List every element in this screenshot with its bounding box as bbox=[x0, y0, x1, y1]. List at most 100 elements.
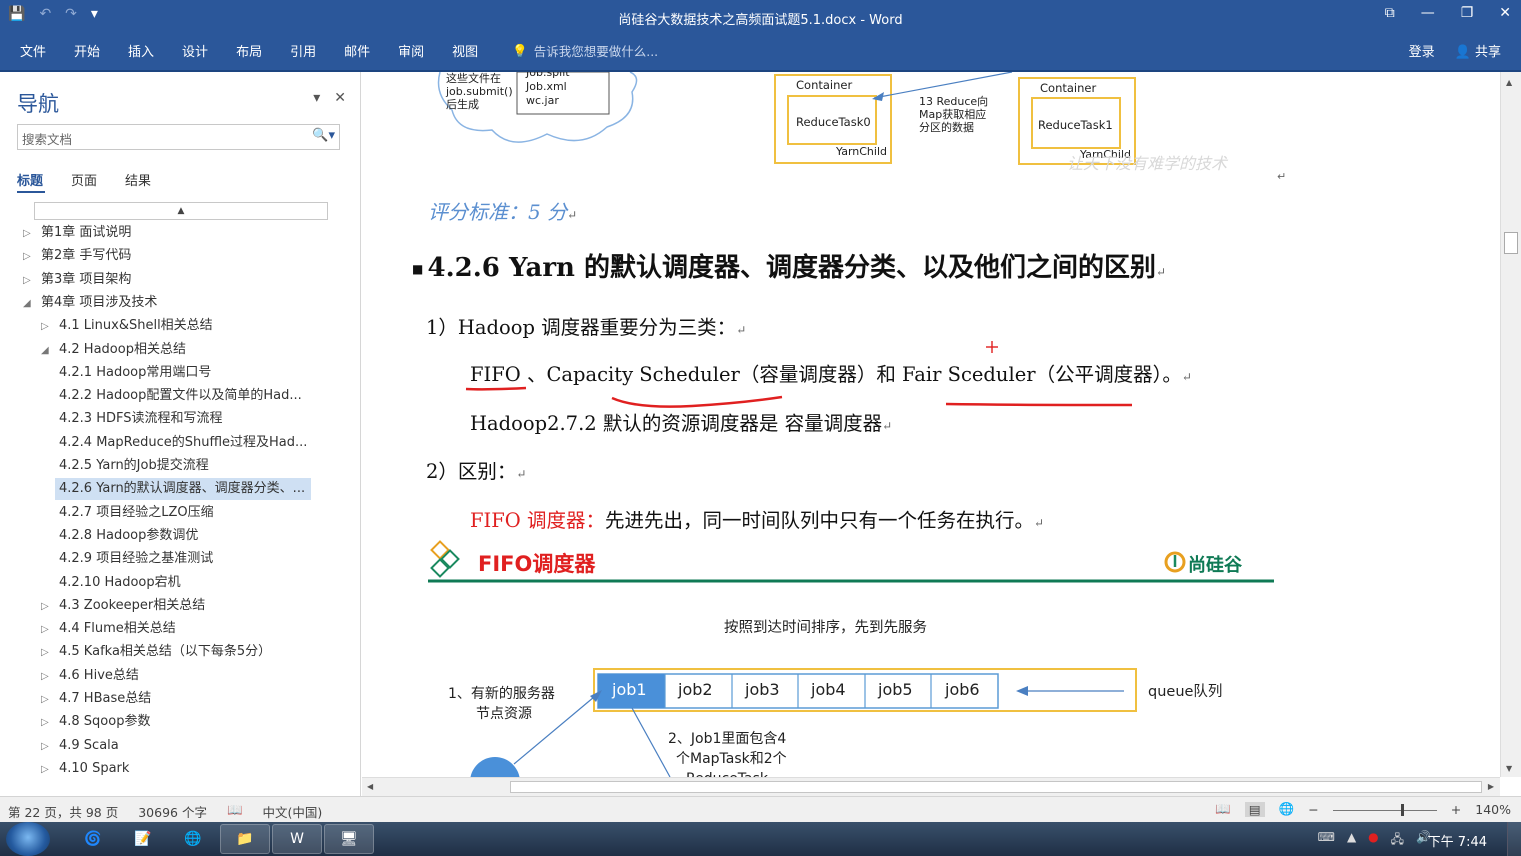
taskbar-word-icon[interactable]: W bbox=[272, 824, 322, 854]
horizontal-scrollbar[interactable]: ◀ ▶ bbox=[362, 777, 1500, 796]
nav-tab-headings[interactable]: 标题 bbox=[17, 170, 43, 189]
taskbar-explorer-icon[interactable]: 📁 bbox=[220, 824, 270, 854]
proofing-icon[interactable]: 📖 bbox=[227, 802, 243, 821]
expand-arrow-icon[interactable]: ▷ bbox=[41, 316, 59, 338]
expand-arrow-icon[interactable]: ▷ bbox=[41, 619, 59, 641]
close-icon[interactable]: ✕ bbox=[1499, 5, 1511, 21]
watermark-text: 让天下没有难学的技术 bbox=[1067, 154, 1228, 173]
zoom-in-icon[interactable]: + bbox=[1451, 802, 1461, 817]
tab-home[interactable]: 开始 bbox=[74, 41, 114, 60]
collapse-up-button[interactable]: ▲ bbox=[34, 202, 328, 220]
tab-view[interactable]: 视图 bbox=[452, 41, 492, 60]
scroll-left-icon[interactable]: ◀ bbox=[367, 782, 373, 791]
print-layout-icon[interactable]: ▤ bbox=[1244, 801, 1265, 817]
expand-arrow-icon[interactable]: ▷ bbox=[41, 736, 59, 758]
vertical-scrollbar[interactable]: ▲ ▼ bbox=[1500, 72, 1521, 777]
nav-tab-pages[interactable]: 页面 bbox=[71, 170, 97, 189]
start-button[interactable] bbox=[6, 822, 50, 856]
nav-outline-item[interactable]: ▷ 第3章 项目架构 bbox=[23, 269, 131, 291]
page-count[interactable]: 第 22 页，共 98 页 bbox=[8, 802, 118, 821]
tab-insert[interactable]: 插入 bbox=[128, 41, 168, 60]
expand-arrow-icon[interactable]: ▷ bbox=[41, 666, 59, 688]
expand-arrow-icon[interactable]: ▷ bbox=[41, 689, 59, 711]
nav-outline-item[interactable]: 4.2.1 Hadoop常用端口号 bbox=[59, 362, 211, 384]
nav-outline-item[interactable]: 4.2.5 Yarn的Job提交流程 bbox=[59, 455, 209, 477]
nav-tab-results[interactable]: 结果 bbox=[125, 170, 151, 189]
read-mode-icon[interactable]: 📖 bbox=[1215, 801, 1231, 817]
nav-outline-item[interactable]: 4.2.6 Yarn的默认调度器、调度器分类、... bbox=[55, 478, 312, 501]
nav-outline-item[interactable]: 4.2.10 Hadoop宕机 bbox=[59, 572, 181, 594]
taskbar-chrome-icon[interactable]: 🌐 bbox=[168, 824, 218, 854]
document-canvas[interactable]: 这些文件在 job.submit() 后生成 Job.split Job.xml… bbox=[362, 72, 1500, 777]
expand-arrow-icon[interactable]: ▷ bbox=[23, 223, 41, 245]
collapse-arrow-icon[interactable]: ◢ bbox=[23, 293, 41, 315]
nav-search-input[interactable]: 搜索文档 🔍▾ bbox=[17, 124, 340, 150]
tab-layout[interactable]: 布局 bbox=[236, 41, 276, 60]
maximize-icon[interactable]: ❐ bbox=[1461, 5, 1474, 21]
ribbon-tabs: 文件 开始 插入 设计 布局 引用 邮件 审阅 视图 💡 告诉我您想要做什么..… bbox=[0, 34, 1521, 70]
zoom-out-icon[interactable]: − bbox=[1308, 802, 1318, 817]
network-icon[interactable]: 🖧 bbox=[1391, 830, 1404, 851]
tell-me-box[interactable]: 💡 告诉我您想要做什么... bbox=[512, 41, 658, 60]
expand-arrow-icon[interactable]: ▷ bbox=[41, 596, 59, 618]
show-desktop-button[interactable] bbox=[1507, 822, 1521, 856]
expand-arrow-icon[interactable]: ▷ bbox=[23, 246, 41, 268]
share-button[interactable]: 👤 共享 bbox=[1455, 41, 1501, 60]
nav-outline-item[interactable]: ▷ 4.3 Zookeeper相关总结 bbox=[41, 595, 205, 617]
nav-outline-item[interactable]: ▷ 4.6 Hive总结 bbox=[41, 665, 139, 687]
expand-arrow-icon[interactable]: ▷ bbox=[41, 712, 59, 734]
word-count[interactable]: 30696 个字 bbox=[138, 802, 207, 821]
zoom-slider-thumb[interactable] bbox=[1400, 803, 1404, 816]
nav-outline-item[interactable]: ▷ 4.10 Spark bbox=[41, 758, 129, 780]
nav-outline-item[interactable]: ◢ 4.2 Hadoop相关总结 bbox=[41, 339, 186, 361]
keyboard-icon[interactable]: ⌨ bbox=[1318, 830, 1335, 851]
tray-expand-icon[interactable]: ▲ bbox=[1347, 830, 1356, 851]
taskbar-notepad-icon[interactable]: 📝 bbox=[118, 824, 168, 854]
scroll-up-icon[interactable]: ▲ bbox=[1506, 78, 1512, 87]
window-title: 尚硅谷大数据技术之高频面试题5.1.docx - Word bbox=[618, 13, 903, 28]
vertical-scroll-thumb[interactable] bbox=[1504, 232, 1518, 254]
taskbar-app-6-icon[interactable]: 🖥 bbox=[324, 824, 374, 854]
nav-outline-item[interactable]: ▷ 4.4 Flume相关总结 bbox=[41, 618, 176, 640]
tab-references[interactable]: 引用 bbox=[290, 41, 330, 60]
tab-mailings[interactable]: 邮件 bbox=[344, 41, 384, 60]
language-indicator[interactable]: 中文(中国) bbox=[263, 802, 323, 821]
taskbar-app-1-icon[interactable]: 🌀 bbox=[68, 824, 118, 854]
tab-review[interactable]: 审阅 bbox=[398, 41, 438, 60]
ribbon-display-options-icon[interactable]: ⧉ bbox=[1385, 5, 1395, 21]
nav-outline-item[interactable]: 4.2.3 HDFS读流程和写流程 bbox=[59, 408, 223, 430]
web-layout-icon[interactable]: 🌐 bbox=[1279, 801, 1295, 817]
nav-outline-item[interactable]: ▷ 4.5 Kafka相关总结（以下每条5分） bbox=[41, 641, 271, 663]
zoom-slider[interactable] bbox=[1332, 803, 1437, 816]
scroll-right-icon[interactable]: ▶ bbox=[1488, 782, 1494, 791]
nav-outline-item[interactable]: ◢ 第4章 项目涉及技术 bbox=[23, 292, 157, 314]
nav-outline-item[interactable]: ▷ 第2章 手写代码 bbox=[23, 245, 131, 267]
expand-arrow-icon[interactable]: ▷ bbox=[23, 270, 41, 292]
expand-arrow-icon[interactable]: ▷ bbox=[41, 642, 59, 664]
nav-outline-item[interactable]: 4.2.4 MapReduce的Shuffle过程及Had... bbox=[59, 432, 307, 454]
minimize-icon[interactable]: — bbox=[1421, 5, 1435, 21]
nav-close-icon[interactable]: ✕ bbox=[334, 90, 346, 106]
record-icon[interactable]: ● bbox=[1368, 830, 1378, 851]
nav-outline-item[interactable]: ▷ 4.7 HBase总结 bbox=[41, 688, 151, 710]
nav-options-icon[interactable]: ▾ bbox=[313, 90, 320, 106]
nav-outline-item[interactable]: ▷ 4.1 Linux&Shell相关总结 bbox=[41, 315, 213, 337]
nav-outline-item[interactable]: 4.2.9 项目经验之基准测试 bbox=[59, 548, 213, 570]
nav-outline-item[interactable]: ▷ 4.8 Sqoop参数 bbox=[41, 711, 150, 733]
collapse-arrow-icon[interactable]: ◢ bbox=[41, 340, 59, 362]
search-icon[interactable]: 🔍▾ bbox=[312, 128, 335, 143]
nav-outline-item[interactable]: 4.2.2 Hadoop配置文件以及简单的Had... bbox=[59, 385, 302, 407]
nav-outline-item[interactable]: 4.2.7 项目经验之LZO压缩 bbox=[59, 502, 214, 524]
horizontal-scroll-thumb[interactable] bbox=[510, 781, 1482, 793]
nav-outline-item[interactable]: ▷ 4.9 Scala bbox=[41, 735, 119, 757]
nav-outline-item[interactable]: ▷ 第1章 面试说明 bbox=[23, 222, 131, 244]
sign-in-link[interactable]: 登录 bbox=[1409, 41, 1435, 60]
zoom-level[interactable]: 140% bbox=[1475, 802, 1511, 817]
expand-arrow-icon[interactable]: ▷ bbox=[41, 759, 59, 781]
nav-outline-label: 4.8 Sqoop参数 bbox=[59, 714, 151, 730]
nav-outline-item[interactable]: 4.2.8 Hadoop参数调优 bbox=[59, 525, 198, 547]
scroll-down-icon[interactable]: ▼ bbox=[1506, 764, 1512, 773]
tab-design[interactable]: 设计 bbox=[182, 41, 222, 60]
tab-file[interactable]: 文件 bbox=[20, 41, 60, 60]
taskbar-clock[interactable]: 下午 7:44 bbox=[1428, 831, 1487, 850]
